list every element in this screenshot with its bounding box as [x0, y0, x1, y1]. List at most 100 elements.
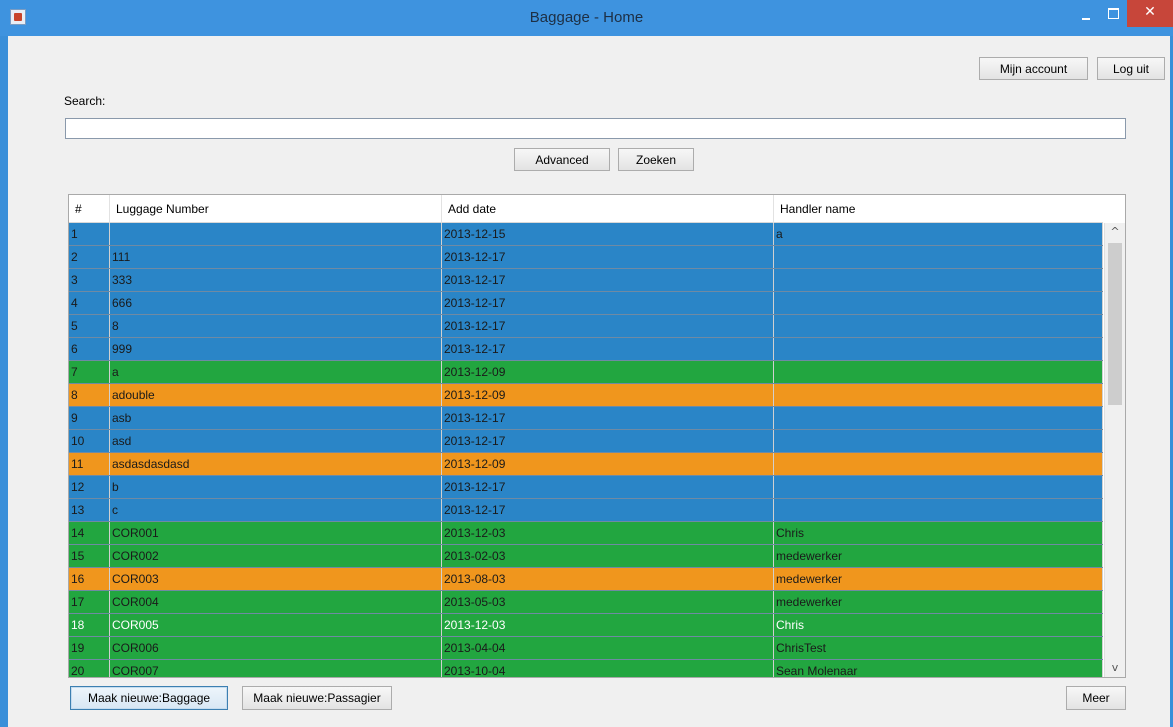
cell-handler-name — [774, 453, 1103, 475]
table-row[interactable]: 19 COR006 2013-04-04 ChrisTest — [69, 637, 1103, 660]
cell-luggage-number: adouble — [110, 384, 442, 406]
scroll-up-icon[interactable]: ^ — [1105, 223, 1125, 241]
cell-handler-name — [774, 407, 1103, 429]
search-button[interactable]: Zoeken — [618, 148, 694, 171]
cell-add-date: 2013-12-17 — [442, 407, 774, 429]
new-passenger-button[interactable]: Maak nieuwe:Passagier — [242, 686, 392, 710]
cell-luggage-number: a — [110, 361, 442, 383]
cell-luggage-number: asb — [110, 407, 442, 429]
cell-index: 5 — [69, 315, 110, 337]
cell-luggage-number: 333 — [110, 269, 442, 291]
cell-index: 12 — [69, 476, 110, 498]
cell-luggage-number: COR006 — [110, 637, 442, 659]
scroll-down-icon[interactable]: v — [1105, 659, 1125, 677]
app-window: Baggage - Home ✕ Mijn account Log uit Se… — [0, 0, 1173, 727]
table-row[interactable]: 7 a 2013-12-09 — [69, 361, 1103, 384]
table-row[interactable]: 15 COR002 2013-02-03 medewerker — [69, 545, 1103, 568]
cell-handler-name — [774, 338, 1103, 360]
maximize-icon[interactable] — [1099, 0, 1127, 27]
table-row[interactable]: 11 asdasdasdasd 2013-12-09 — [69, 453, 1103, 476]
cell-handler-name: Chris — [774, 522, 1103, 544]
table-row[interactable]: 12 b 2013-12-17 — [69, 476, 1103, 499]
logout-button[interactable]: Log uit — [1097, 57, 1165, 80]
cell-index: 4 — [69, 292, 110, 314]
vertical-scrollbar[interactable]: ^ v — [1104, 223, 1125, 677]
cell-luggage-number: asdasdasdasd — [110, 453, 442, 475]
cell-luggage-number: COR002 — [110, 545, 442, 567]
table-row[interactable]: 10 asd 2013-12-17 — [69, 430, 1103, 453]
search-input[interactable] — [65, 118, 1126, 139]
table-row[interactable]: 17 COR004 2013-05-03 medewerker — [69, 591, 1103, 614]
table-row[interactable]: 2 111 2013-12-17 — [69, 246, 1103, 269]
cell-index: 20 — [69, 660, 110, 677]
cell-add-date: 2013-12-17 — [442, 430, 774, 452]
cell-add-date: 2013-12-03 — [442, 522, 774, 544]
cell-handler-name: medewerker — [774, 545, 1103, 567]
cell-index: 1 — [69, 223, 110, 245]
table-row[interactable]: 5 8 2013-12-17 — [69, 315, 1103, 338]
table-row[interactable]: 9 asb 2013-12-17 — [69, 407, 1103, 430]
cell-handler-name — [774, 476, 1103, 498]
table-row[interactable]: 8 adouble 2013-12-09 — [69, 384, 1103, 407]
table-row[interactable]: 14 COR001 2013-12-03 Chris — [69, 522, 1103, 545]
cell-index: 13 — [69, 499, 110, 521]
cell-luggage-number: 666 — [110, 292, 442, 314]
cell-handler-name: medewerker — [774, 568, 1103, 590]
table-row[interactable]: 18 COR005 2013-12-03 Chris — [69, 614, 1103, 637]
title-bar[interactable]: Baggage - Home ✕ — [0, 0, 1173, 36]
cell-add-date: 2013-04-04 — [442, 637, 774, 659]
cell-luggage-number: COR003 — [110, 568, 442, 590]
cell-add-date: 2013-12-17 — [442, 338, 774, 360]
scrollbar-thumb[interactable] — [1108, 243, 1122, 405]
table-row[interactable]: 1 2013-12-15 a — [69, 223, 1103, 246]
column-header-luggage-number[interactable]: Luggage Number — [110, 195, 442, 223]
cell-luggage-number: c — [110, 499, 442, 521]
luggage-table[interactable]: # Luggage Number Add date Handler name 1… — [68, 194, 1126, 678]
table-row[interactable]: 16 COR003 2013-08-03 medewerker — [69, 568, 1103, 591]
cell-index: 19 — [69, 637, 110, 659]
cell-index: 2 — [69, 246, 110, 268]
cell-index: 9 — [69, 407, 110, 429]
column-header-add-date[interactable]: Add date — [442, 195, 774, 223]
cell-handler-name: Sean Molenaar — [774, 660, 1103, 677]
cell-luggage-number: COR004 — [110, 591, 442, 613]
cell-add-date: 2013-12-17 — [442, 292, 774, 314]
table-row[interactable]: 4 666 2013-12-17 — [69, 292, 1103, 315]
cell-handler-name — [774, 430, 1103, 452]
column-header-index[interactable]: # — [69, 195, 110, 223]
minimize-icon[interactable] — [1071, 0, 1101, 27]
cell-luggage-number: 111 — [110, 246, 442, 268]
cell-handler-name — [774, 361, 1103, 383]
cell-add-date: 2013-12-03 — [442, 614, 774, 636]
cell-luggage-number: 8 — [110, 315, 442, 337]
cell-luggage-number: COR001 — [110, 522, 442, 544]
cell-index: 15 — [69, 545, 110, 567]
table-row[interactable]: 20 COR007 2013-10-04 Sean Molenaar — [69, 660, 1103, 677]
cell-add-date: 2013-02-03 — [442, 545, 774, 567]
cell-index: 6 — [69, 338, 110, 360]
close-icon[interactable]: ✕ — [1127, 0, 1173, 27]
window-title: Baggage - Home — [529, 9, 644, 26]
cell-index: 16 — [69, 568, 110, 590]
cell-add-date: 2013-05-03 — [442, 591, 774, 613]
advanced-button[interactable]: Advanced — [514, 148, 610, 171]
cell-index: 8 — [69, 384, 110, 406]
cell-add-date: 2013-12-17 — [442, 269, 774, 291]
more-button[interactable]: Meer — [1066, 686, 1126, 710]
cell-add-date: 2013-08-03 — [442, 568, 774, 590]
table-row[interactable]: 13 c 2013-12-17 — [69, 499, 1103, 522]
cell-luggage-number: COR007 — [110, 660, 442, 677]
table-row[interactable]: 3 333 2013-12-17 — [69, 269, 1103, 292]
column-header-handler-name[interactable]: Handler name — [774, 195, 1103, 223]
cell-handler-name: a — [774, 223, 1103, 245]
table-row[interactable]: 6 999 2013-12-17 — [69, 338, 1103, 361]
new-baggage-button[interactable]: Maak nieuwe:Baggage — [70, 686, 228, 710]
cell-add-date: 2013-12-09 — [442, 361, 774, 383]
cell-handler-name — [774, 315, 1103, 337]
my-account-button[interactable]: Mijn account — [979, 57, 1088, 80]
cell-handler-name — [774, 269, 1103, 291]
cell-add-date: 2013-10-04 — [442, 660, 774, 677]
cell-luggage-number: 999 — [110, 338, 442, 360]
cell-index: 3 — [69, 269, 110, 291]
cell-index: 18 — [69, 614, 110, 636]
